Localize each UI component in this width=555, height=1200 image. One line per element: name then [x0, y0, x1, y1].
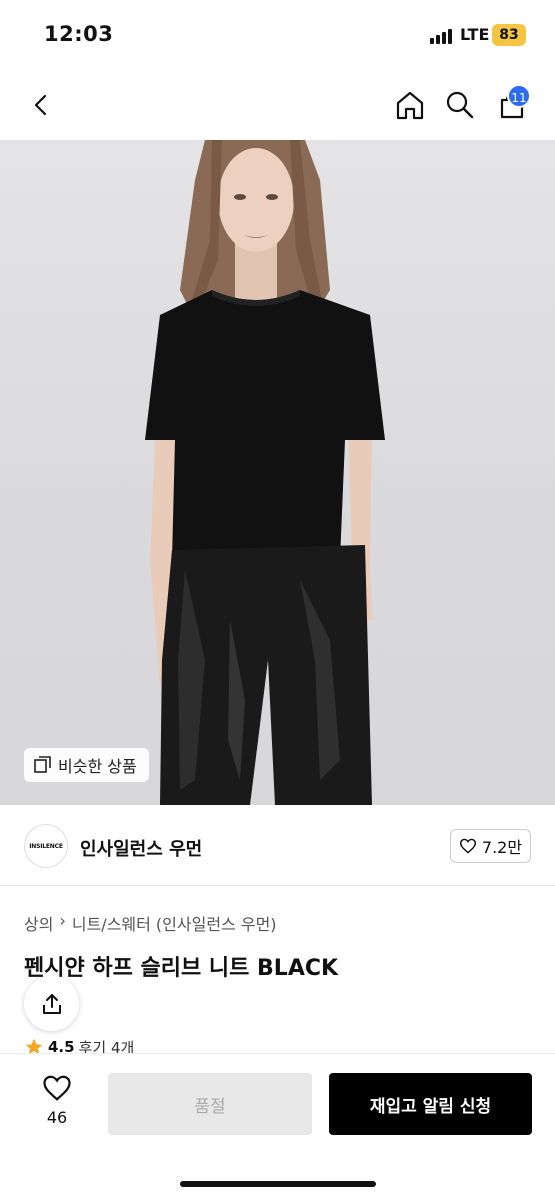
home-icon[interactable]: [390, 85, 430, 125]
signal-icon: [430, 28, 454, 44]
bottom-action-bar: 46 품절 재입고 알림 신청: [0, 1053, 555, 1200]
breadcrumb: 상의 › 니트/스웨터 (인사일런스 우먼): [24, 911, 277, 935]
brand-like-button[interactable]: 7.2만: [450, 829, 531, 863]
heart-icon: [459, 838, 476, 854]
home-indicator: [180, 1181, 376, 1187]
breadcrumb-item-subcategory[interactable]: 니트/스웨터 (인사일런스 우먼): [72, 911, 277, 935]
nav-bar: [0, 70, 555, 140]
wishlist-button[interactable]: 46: [30, 1074, 84, 1127]
product-image[interactable]: [0, 140, 555, 805]
network-label: LTE: [460, 25, 490, 44]
cart-count-badge: 11: [507, 84, 531, 108]
share-button[interactable]: [24, 976, 79, 1031]
chevron-right-icon: ›: [59, 911, 66, 930]
breadcrumb-item-category[interactable]: 상의: [24, 911, 53, 935]
brand-name[interactable]: 인사일런스 우먼: [80, 835, 202, 861]
search-icon[interactable]: [440, 85, 480, 125]
brand-like-count: 7.2만: [481, 838, 523, 857]
product-title: 펜시얀 하프 슬리브 니트 BLACK: [24, 956, 339, 981]
soldout-button: 품절: [108, 1073, 312, 1135]
brand-row[interactable]: INSILENCE 인사일런스 우먼 7.2만: [0, 820, 555, 886]
similar-items-label: 비슷한 상품: [58, 757, 137, 776]
wishlist-count: 46: [46, 1108, 68, 1127]
restock-alert-button[interactable]: 재입고 알림 신청: [329, 1073, 532, 1135]
status-time: 12:03: [44, 22, 114, 46]
battery-icon: 83: [492, 24, 526, 46]
model-photo: [145, 140, 385, 805]
share-icon: [42, 993, 61, 1014]
similar-items-button[interactable]: 비슷한 상품: [24, 748, 149, 782]
heart-icon: [43, 1075, 71, 1101]
copy-icon: [34, 756, 51, 773]
brand-logo[interactable]: INSILENCE: [24, 824, 68, 868]
back-arrow-icon[interactable]: [22, 85, 62, 125]
status-bar: 12:03 LTE 83: [0, 0, 555, 70]
